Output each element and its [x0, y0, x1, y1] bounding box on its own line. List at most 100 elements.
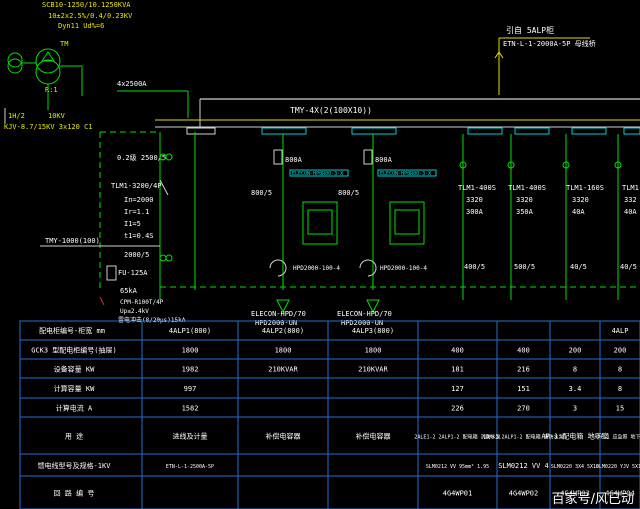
table-cell: 216 [517, 366, 530, 374]
feeder-3-breaker: TLM1-160S [566, 184, 604, 192]
table-cell: 8 [573, 366, 577, 374]
feeder-3-ct: 40/5 [570, 263, 587, 271]
transformer-symbol: SCB10-1250/10.1250KVA 10±2x2.5%/0.4/0.23… [4, 1, 133, 131]
table-cell: SLM0212 VV 95mm² 1.95 [426, 464, 489, 470]
watermark: 百家号/风已动 [551, 492, 634, 507]
table-cell: SLM0220 YJV 5X10 [596, 464, 640, 470]
incomer-setting-3: I1=5 [124, 220, 141, 228]
table-row-label: 馈电线型号及规格-1KV [38, 461, 112, 470]
incomer-spd-3: 雷电冲击(8/20μs)15kA [118, 316, 186, 324]
table-cell: 4G4WP01 [443, 490, 473, 498]
bus-top-label: 4x2500A [117, 80, 147, 88]
table-row-label: 用 途 [65, 432, 83, 441]
table-row-label: 计算容量 KW [54, 384, 95, 393]
bus-label: TMY-4X(2(100X10)) [290, 106, 372, 115]
capacitor-bank-1: 800A ELECON-HP0R00-3-X 800/5 HPD2000-100… [251, 127, 349, 327]
table-cell: 8 [618, 366, 622, 374]
cad-drawing-canvas[interactable]: SCB10-1250/10.1250KVA 10±2x2.5%/0.4/0.23… [0, 0, 640, 509]
table-header-cell: 4ALP [612, 327, 629, 335]
transformer-tm: TM [60, 40, 68, 48]
incomer-fu: FU-125A [118, 269, 148, 277]
table-cell: 8 [618, 385, 622, 393]
table-header-cell: 4ALP1(800) [169, 327, 211, 335]
table-cell: 15 [616, 405, 624, 413]
feeder-3-amp: 40A [572, 208, 585, 216]
incomer-tmy: TMY-1000(100) [45, 237, 100, 245]
feeder-2-n: 3320 [516, 196, 533, 204]
table-cell: 4G4WP02 [509, 490, 539, 498]
feeder-4-ct: 40/5 [620, 263, 637, 271]
transformer-r: R:1 [45, 86, 58, 94]
cap2-ratio: 800/5 [338, 189, 359, 197]
feeder-1-n: 3320 [466, 196, 483, 204]
table-cell: 997 [184, 385, 197, 393]
feeder-4-amp: 40A [624, 208, 637, 216]
table-cell: 127 [451, 385, 464, 393]
feeder-3: TLM1-160S 3320 40A 40/5 [562, 127, 607, 300]
table-cell: 1800 [365, 347, 382, 355]
table-cell: 3.4 [569, 385, 582, 393]
feeder-4-breaker: TLM1-1 [622, 184, 640, 192]
cap2-unit: ELECON-HP0R00-3-X [380, 171, 431, 177]
incomer-kA: 65kA [120, 287, 138, 295]
table-cell: RAP-1 应急照 地下室 [594, 434, 640, 441]
cap1-bottom1: ELECON-HPD/70 [251, 310, 306, 318]
feeder-2: TLM1-400S 3320 350A 500/5 [507, 127, 550, 300]
spec-table: 配电柜编号-柜宽 mm 4ALP1(800) 4ALP2(800) 4ALP3(800… [19, 320, 640, 509]
table-row-label: GCK3 型配电柜编号(抽屉) [31, 346, 117, 355]
table-cell: 181 [451, 366, 464, 374]
table-cell: SLM0212 VV 4 [498, 462, 549, 470]
table-cell: 200 [569, 347, 582, 355]
cap1-bottom2: HPD2000-UN [255, 319, 297, 327]
feed-note-title: 引自 5ALP柜 [506, 25, 554, 35]
table-cell: 400 [451, 347, 464, 355]
cap2-module: HPD2000-100-4 [380, 265, 427, 272]
cap2-bottom2: HPD2000-UN [341, 319, 383, 327]
table-row-label: 计算电流 A [56, 404, 93, 413]
table-cell: 1982 [182, 366, 199, 374]
transformer-ratio: 10±2x2.5%/0.4/0.23KV [48, 12, 133, 20]
incomer-spd-1: CPM-R100T/4P [120, 299, 164, 306]
main-busbar: 4x2500A TMY-4X(2(100X10)) [117, 80, 640, 128]
table-cell: 进线及计量 [173, 432, 208, 441]
feeder-3-n: 3320 [572, 196, 589, 204]
table-cell: 1800 [275, 347, 292, 355]
feeder-1-ct: 400/5 [464, 263, 485, 271]
table-cell: 1800 [182, 347, 199, 355]
feeder-4-n: 332 [624, 196, 637, 204]
table-row-label: 回 路 编 号 [54, 489, 95, 498]
incomer-ct2: 2000/5 [124, 251, 149, 259]
transformer-cable: KJV-8.7/15KV 3x120 C1 [4, 123, 93, 131]
feeder-2-amp: 350A [516, 208, 534, 216]
transformer-left-kv: 10KV [48, 112, 66, 120]
table-cell: 151 [517, 385, 530, 393]
feeder-2-ct: 500/5 [514, 263, 535, 271]
feed-note-spec: ETN-L-1-2000A-5P 母线桥 [503, 39, 596, 48]
capacitor-bank-2: 800A ELECON-HP0R00-3-X 800/5 HPD2000-100… [337, 127, 437, 327]
feed-note: 引自 5ALP柜 ETN-L-1-2000A-5P 母线桥 [494, 25, 596, 95]
cap1-fuse: 800A [285, 156, 303, 164]
cap1-module: HPD2000-100-4 [293, 265, 340, 272]
table-cell: 3 [573, 405, 577, 413]
transformer-model: SCB10-1250/10.1250KVA [42, 1, 131, 9]
cap1-unit: ELECON-HP0R00-3-X [292, 171, 343, 177]
cap2-bottom1: ELECON-HPD/70 [337, 310, 392, 318]
table-cell: 226 [451, 405, 464, 413]
transformer-left-code: 1H/2 [8, 112, 25, 120]
incomer-setting-4: t1=0.4S [124, 232, 154, 240]
table-cell: 210KVAR [358, 366, 388, 374]
table-cell: ETN-L-1-2500A-5P [166, 464, 214, 470]
table-header-cell: 4ALP2(800) [262, 327, 304, 335]
incomer-setting-2: Ir=1.1 [124, 208, 149, 216]
feeder-1-breaker: TLM1-400S [458, 184, 496, 192]
incomer-section: 0.2级 2500/5 TLM1-3200/4P In=2000 Ir=1.1 … [40, 127, 216, 324]
feeder-2-breaker: TLM1-400S [508, 184, 546, 192]
incomer-breaker: TLM1-3200/4P [111, 182, 162, 190]
table-header-cell: 配电柜编号-柜宽 mm [39, 326, 105, 335]
table-cell: 补偿电容器 [266, 432, 301, 441]
transformer-vector: Dyn11 Ud%=6 [58, 22, 104, 30]
incomer-setting-1: In=2000 [124, 196, 154, 204]
feeder-1: TLM1-400S 3320 300A 400/5 [458, 127, 503, 300]
table-cell: SLM0220 3X4 5X10 [551, 464, 599, 470]
table-cell: 补偿电容器 [356, 432, 391, 441]
